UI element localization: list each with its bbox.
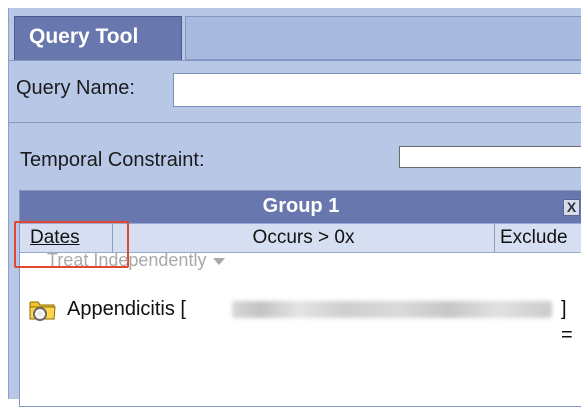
treat-independently-dropdown[interactable]: Treat Independently xyxy=(47,253,226,273)
exclude-button[interactable]: Exclude xyxy=(494,224,581,252)
tab-bar-filler xyxy=(185,16,581,60)
temporal-constraint-label: Temporal Constraint: xyxy=(20,149,205,171)
query-name-label: Query Name: xyxy=(16,77,135,99)
group-header: Group 1 X xyxy=(20,191,581,223)
occurs-button[interactable]: Occurs > 0x xyxy=(113,224,494,252)
section-divider xyxy=(9,122,581,123)
group-panel: Group 1 X Dates Occurs > 0x Exclude Trea… xyxy=(14,190,581,407)
query-tool-panel: Query Tool Query Name: Temporal Constrai… xyxy=(8,8,581,407)
item-suffix: ] = xyxy=(561,298,573,346)
item-label: Appendicitis [ xyxy=(67,298,186,320)
group-close-button[interactable]: X xyxy=(563,199,580,216)
tab-bar: Query Tool xyxy=(9,8,581,61)
treat-independently-label: Treat Independently xyxy=(47,253,207,270)
list-item[interactable]: Appendicitis [ ] = xyxy=(28,296,581,346)
temporal-constraint-select[interactable] xyxy=(399,146,581,168)
group-title: Group 1 xyxy=(262,195,340,217)
tab-query-tool[interactable]: Query Tool xyxy=(14,16,182,60)
folder-icon xyxy=(28,298,60,322)
redacted-value xyxy=(232,301,552,318)
query-name-input[interactable] xyxy=(173,73,581,107)
chevron-down-icon xyxy=(213,257,226,265)
